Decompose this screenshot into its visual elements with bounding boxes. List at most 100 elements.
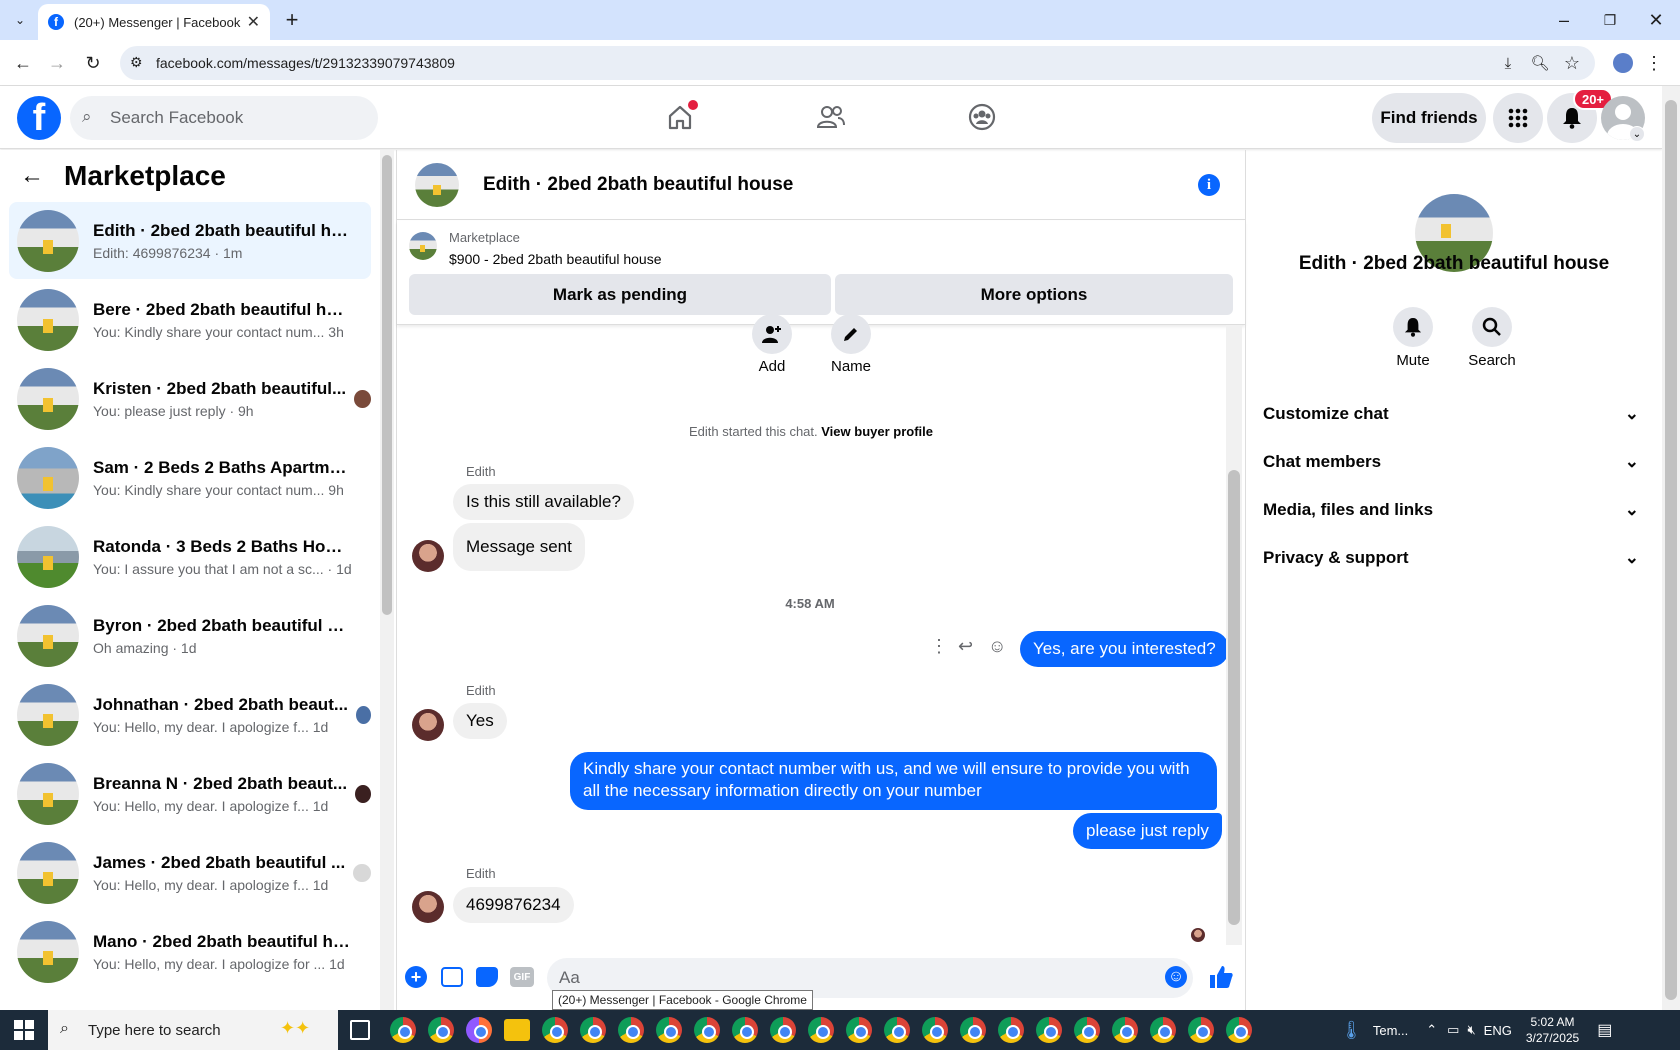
- conversation-item[interactable]: Johnathan · 2bed 2bath beaut... You: Hell…: [9, 676, 371, 753]
- zoom-icon[interactable]: 🔍︎: [1528, 50, 1552, 76]
- profile-avatar-icon[interactable]: [1613, 53, 1633, 73]
- outgoing-message[interactable]: please just reply: [1073, 813, 1222, 849]
- firefox-app-icon[interactable]: [466, 1017, 492, 1043]
- browser-tab[interactable]: f (20+) Messenger | Facebook ✕: [38, 4, 270, 40]
- bookmark-star-icon[interactable]: ☆: [1560, 50, 1584, 76]
- sidebar-scrollbar-thumb[interactable]: [382, 155, 392, 615]
- chat-members-section[interactable]: Chat members ⌄: [1263, 440, 1649, 484]
- incoming-message[interactable]: Message sent: [453, 523, 585, 571]
- plus-icon[interactable]: +: [405, 966, 427, 988]
- back-icon[interactable]: ←: [10, 50, 36, 76]
- facebook-search-input[interactable]: ⌕ Search Facebook: [70, 96, 378, 140]
- add-person-icon[interactable]: [752, 314, 792, 354]
- facebook-logo[interactable]: f: [17, 96, 61, 140]
- conversation-item[interactable]: Sam · 2 Beds 2 Baths Apartment... You: Ki…: [9, 439, 371, 516]
- tab-close-icon[interactable]: ✕: [247, 12, 260, 32]
- weather-icon[interactable]: 🌡︎: [1340, 1020, 1363, 1041]
- site-info-icon[interactable]: ⚙: [130, 54, 143, 71]
- gif-icon[interactable]: GIF: [510, 967, 534, 987]
- conversation-item[interactable]: Byron · 2bed 2bath beautiful ho... Oh ama…: [9, 597, 371, 674]
- notification-center-icon[interactable]: ▤: [1597, 1020, 1612, 1040]
- address-bar[interactable]: ⚙ facebook.com/messages/t/29132339079743…: [120, 46, 1595, 80]
- clock[interactable]: 5:02 AM 3/27/2025: [1526, 1014, 1579, 1046]
- chrome-app-icon[interactable]: [998, 1017, 1024, 1043]
- weather-text[interactable]: Tem...: [1373, 1023, 1408, 1038]
- chrome-app-icon[interactable]: [1074, 1017, 1100, 1043]
- menu-grid-icon[interactable]: [1493, 93, 1543, 143]
- reload-icon[interactable]: ↻: [80, 50, 106, 76]
- mute-bell-icon[interactable]: [1393, 307, 1433, 347]
- conversation-item[interactable]: Edith · 2bed 2bath beautiful hou... Edith…: [9, 202, 371, 279]
- conversation-item[interactable]: Kristen · 2bed 2bath beautiful... You: pl…: [9, 360, 371, 437]
- volume-muted-icon[interactable]: 🔇︎: [1467, 1022, 1475, 1038]
- taskbar-search[interactable]: ⌕ Type here to search ✦✦: [48, 1010, 338, 1050]
- minimize-icon[interactable]: –: [1552, 6, 1576, 34]
- chrome-app-icon[interactable]: [846, 1017, 872, 1043]
- chrome-app-icon[interactable]: [694, 1017, 720, 1043]
- new-tab-button[interactable]: +: [280, 7, 304, 32]
- customize-chat-section[interactable]: Customize chat ⌄: [1263, 392, 1649, 436]
- mark-as-pending-button[interactable]: Mark as pending: [409, 274, 831, 315]
- edit-name-pencil-icon[interactable]: [831, 314, 871, 354]
- chrome-app-icon[interactable]: [808, 1017, 834, 1043]
- chrome-app-icon[interactable]: [656, 1017, 682, 1043]
- windows-start-icon[interactable]: [14, 1020, 34, 1040]
- chrome-app-icon[interactable]: [732, 1017, 758, 1043]
- more-actions-icon[interactable]: ⋮: [930, 636, 948, 657]
- privacy-support-section[interactable]: Privacy & support ⌄: [1263, 536, 1649, 580]
- thumbs-up-icon[interactable]: [1208, 964, 1234, 990]
- chrome-app-icon[interactable]: [1112, 1017, 1138, 1043]
- chat-house-thumbnail[interactable]: [415, 162, 459, 207]
- chrome-app-icon[interactable]: [1150, 1017, 1176, 1043]
- chrome-menu-icon[interactable]: ⋮: [1645, 50, 1663, 76]
- react-emoji-icon[interactable]: ☺: [988, 636, 1006, 657]
- network-icon[interactable]: ▭: [1447, 1022, 1459, 1038]
- language-indicator[interactable]: ENG: [1484, 1023, 1512, 1038]
- chrome-app-icon[interactable]: [618, 1017, 644, 1043]
- chrome-app-icon[interactable]: [960, 1017, 986, 1043]
- sticker-icon[interactable]: [476, 967, 498, 987]
- chrome-app-icon[interactable]: [922, 1017, 948, 1043]
- view-buyer-profile-link[interactable]: View buyer profile: [821, 424, 933, 439]
- outgoing-message[interactable]: Kindly share your contact number with us…: [570, 752, 1217, 810]
- outgoing-message[interactable]: Yes, are you interested?: [1020, 631, 1229, 667]
- chrome-app-icon[interactable]: [884, 1017, 910, 1043]
- chrome-app-icon[interactable]: [1036, 1017, 1062, 1043]
- chrome-app-icon[interactable]: [542, 1017, 568, 1043]
- file-explorer-icon[interactable]: [504, 1019, 530, 1041]
- conversation-item[interactable]: Mano · 2bed 2bath beautiful ho... You: He…: [9, 913, 371, 990]
- chrome-app-icon[interactable]: [390, 1017, 416, 1043]
- listing-description[interactable]: $900 - 2bed 2bath beautiful house: [449, 251, 662, 267]
- install-app-icon[interactable]: ⤓: [1496, 50, 1520, 76]
- listing-thumbnail[interactable]: [409, 232, 437, 260]
- forward-icon[interactable]: →: [44, 50, 70, 76]
- photo-icon[interactable]: [441, 967, 463, 987]
- conversation-item[interactable]: Breanna N · 2bed 2bath beaut... You: Hell…: [9, 755, 371, 832]
- chrome-app-icon[interactable]: [580, 1017, 606, 1043]
- conversation-item[interactable]: Bere · 2bed 2bath beautiful house You: Ki…: [9, 281, 371, 358]
- edith-avatar[interactable]: [412, 540, 444, 572]
- tab-search-chevron-icon[interactable]: ⌄: [8, 8, 32, 32]
- conversation-item[interactable]: James · 2bed 2bath beautiful ... You: Hel…: [9, 834, 371, 911]
- task-view-icon[interactable]: [350, 1020, 370, 1040]
- chrome-app-icon[interactable]: [1226, 1017, 1252, 1043]
- incoming-message[interactable]: Yes: [453, 703, 507, 739]
- restore-icon[interactable]: ❐: [1598, 6, 1622, 34]
- chat-title[interactable]: Edith · 2bed 2bath beautiful house: [483, 174, 793, 196]
- chrome-app-icon[interactable]: [770, 1017, 796, 1043]
- edith-avatar[interactable]: [412, 709, 444, 741]
- reply-icon[interactable]: ↩: [958, 636, 973, 657]
- page-scrollbar-thumb[interactable]: [1665, 100, 1677, 1000]
- friends-icon[interactable]: [811, 97, 851, 137]
- search-chat-icon[interactable]: [1472, 307, 1512, 347]
- emoji-icon[interactable]: ☺: [1165, 966, 1187, 988]
- edith-avatar[interactable]: [412, 891, 444, 923]
- conversation-item[interactable]: Ratonda · 3 Beds 2 Baths House You: I ass…: [9, 518, 371, 595]
- incoming-message[interactable]: Is this still available?: [453, 484, 634, 520]
- groups-icon[interactable]: [962, 97, 1002, 137]
- media-files-links-section[interactable]: Media, files and links ⌄: [1263, 488, 1649, 532]
- tray-chevron-icon[interactable]: ⌃: [1426, 1022, 1437, 1038]
- find-friends-button[interactable]: Find friends: [1372, 93, 1486, 143]
- more-options-button[interactable]: More options: [835, 274, 1233, 315]
- chrome-app-icon[interactable]: [428, 1017, 454, 1043]
